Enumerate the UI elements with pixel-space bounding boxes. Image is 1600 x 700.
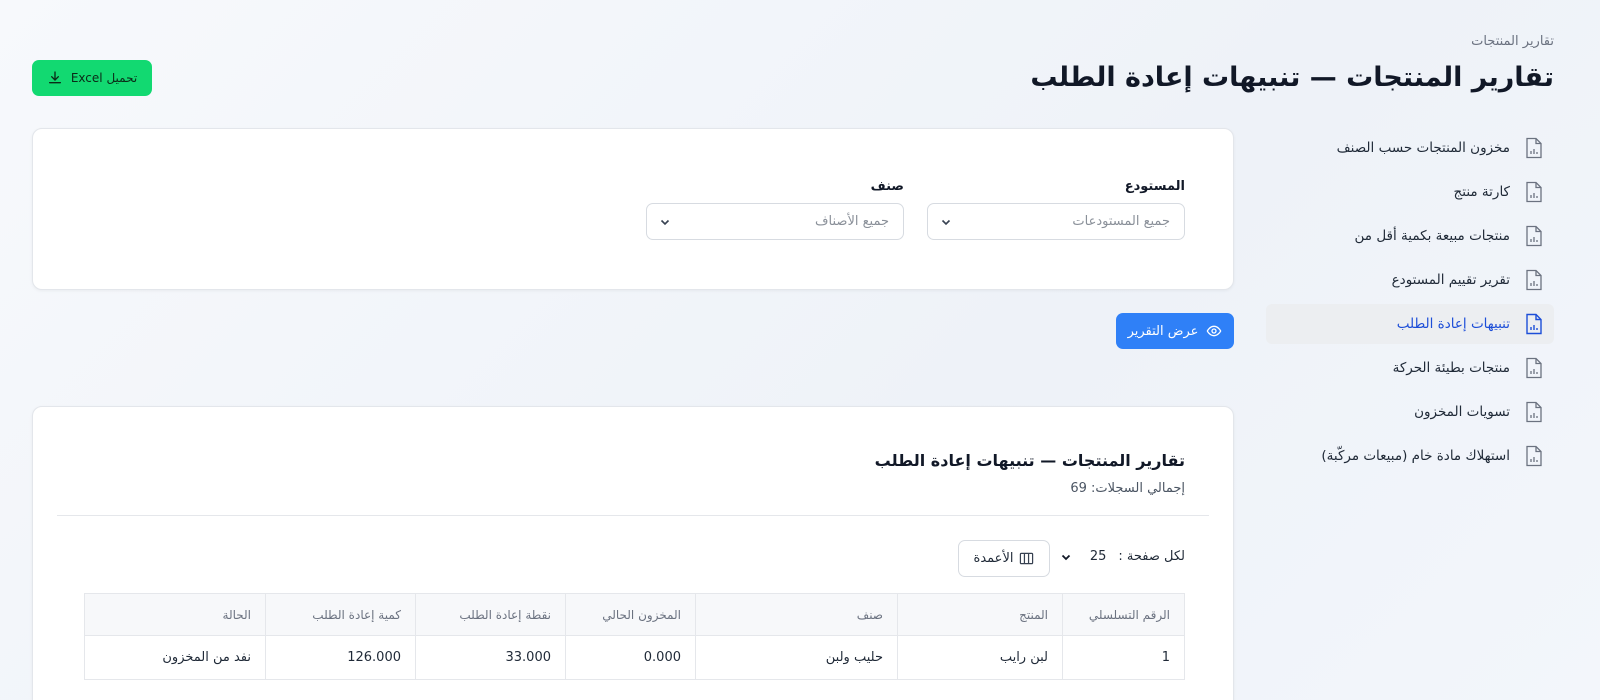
- sidebar-item-stock-adjustments[interactable]: تسويات المخزون: [1266, 392, 1554, 432]
- report-file-icon: [1524, 445, 1544, 467]
- warehouse-label: المستودع: [1124, 179, 1185, 194]
- sidebar-item-product-card[interactable]: كارتة منتج: [1266, 172, 1554, 212]
- sidebar-item-label: كارتة منتج: [1453, 184, 1510, 200]
- sidebar-item-raw-material-consumption[interactable]: استهلاك مادة خام (مبيعات مركّبة): [1266, 436, 1554, 476]
- report-file-icon: [1524, 225, 1544, 247]
- report-file-icon: [1524, 137, 1544, 159]
- report-title: تقارير المنتجات — تنبيهات إعادة الطلب: [874, 451, 1185, 470]
- columns-button[interactable]: الأعمدة: [958, 540, 1050, 577]
- table-row: 1 لبن رايب حليب ولبن 0.000 33.000 126.00…: [84, 635, 1185, 680]
- cell-product: لبن رايب: [897, 635, 1063, 680]
- report-file-icon: [1524, 357, 1544, 379]
- cell-serial: 1: [1062, 635, 1185, 680]
- report-file-icon: [1524, 181, 1544, 203]
- columns-icon: [1020, 552, 1034, 565]
- eye-icon: [1207, 325, 1222, 337]
- sidebar-item-label: استهلاك مادة خام (مبيعات مركّبة): [1321, 448, 1510, 464]
- column-header-reorder-point[interactable]: نقطة إعادة الطلب: [415, 593, 566, 636]
- report-file-icon: [1524, 269, 1544, 291]
- sidebar-item-stock-by-category[interactable]: مخزون المنتجات حسب الصنف: [1266, 128, 1554, 168]
- column-header-category[interactable]: صنف: [695, 593, 898, 636]
- chevron-down-icon: [660, 219, 670, 225]
- sidebar-item-label: تقرير تقييم المستودع: [1391, 272, 1510, 288]
- columns-button-label: الأعمدة: [973, 551, 1014, 566]
- page-title: تقارير المنتجات — تنبيهات إعادة الطلب: [1030, 62, 1554, 93]
- warehouse-filter: المستودع جميع المستودعات: [927, 179, 1185, 240]
- cell-reorder-quantity: 126.000: [265, 635, 416, 680]
- table-header-row: الرقم التسلسلي المنتج صنف المخزون الحالي…: [84, 593, 1185, 636]
- divider: [57, 515, 1209, 516]
- category-filter: صنف جميع الأصناف: [646, 179, 904, 240]
- view-report-label: عرض التقرير: [1127, 323, 1199, 339]
- cell-reorder-point: 33.000: [415, 635, 566, 680]
- sidebar-item-low-quantity-sold[interactable]: منتجات مبيعة بكمية أقل من: [1266, 216, 1554, 256]
- column-header-product[interactable]: المنتج: [897, 593, 1063, 636]
- sidebar-item-slow-moving[interactable]: منتجات بطيئة الحركة: [1266, 348, 1554, 388]
- column-header-current-stock[interactable]: المخزون الحالي: [565, 593, 696, 636]
- column-header-reorder-quantity[interactable]: كمية إعادة الطلب: [265, 593, 416, 636]
- filter-card: المستودع جميع المستودعات صنف جميع الأصنا…: [32, 128, 1234, 290]
- per-page-label: لكل صفحة :: [1118, 549, 1185, 564]
- cell-status: نفد من المخزون: [84, 635, 266, 680]
- download-icon: [48, 71, 61, 84]
- chevron-down-icon[interactable]: [1060, 551, 1072, 563]
- per-page-select[interactable]: 25: [1090, 549, 1107, 564]
- report-sidebar: مخزون المنتجات حسب الصنف كارتة منتج منتج…: [1266, 128, 1554, 480]
- report-file-icon: [1524, 401, 1544, 423]
- column-header-status[interactable]: الحالة: [84, 593, 266, 636]
- report-card: تقارير المنتجات — تنبيهات إعادة الطلب إج…: [32, 406, 1234, 700]
- cell-current-stock: 0.000: [565, 635, 696, 680]
- view-report-button[interactable]: عرض التقرير: [1116, 313, 1234, 349]
- cell-category: حليب ولبن: [695, 635, 898, 680]
- download-excel-label: تحميل Excel: [70, 71, 138, 85]
- breadcrumb[interactable]: تقارير المنتجات: [1471, 34, 1554, 49]
- sidebar-item-label: منتجات مبيعة بكمية أقل من: [1354, 228, 1510, 244]
- sidebar-item-warehouse-valuation[interactable]: تقرير تقييم المستودع: [1266, 260, 1554, 300]
- download-excel-button[interactable]: تحميل Excel: [32, 60, 152, 96]
- warehouse-select-value: جميع المستودعات: [1072, 214, 1170, 229]
- sidebar-item-label: تنبيهات إعادة الطلب: [1396, 316, 1510, 332]
- per-page-control: لكل صفحة : 25: [1060, 549, 1185, 564]
- column-header-serial[interactable]: الرقم التسلسلي: [1062, 593, 1185, 636]
- category-select[interactable]: جميع الأصناف: [646, 203, 904, 240]
- report-file-icon: [1524, 313, 1544, 335]
- sidebar-item-label: تسويات المخزون: [1414, 404, 1510, 420]
- category-label: صنف: [870, 179, 904, 194]
- chevron-down-icon: [941, 219, 951, 225]
- report-table: الرقم التسلسلي المنتج صنف المخزون الحالي…: [84, 593, 1185, 680]
- sidebar-item-label: مخزون المنتجات حسب الصنف: [1336, 140, 1510, 156]
- sidebar-item-label: منتجات بطيئة الحركة: [1392, 360, 1510, 376]
- sidebar-item-reorder-alerts[interactable]: تنبيهات إعادة الطلب: [1266, 304, 1554, 344]
- page: تقارير المنتجات تقارير المنتجات — تنبيها…: [0, 0, 1600, 700]
- report-total: إجمالي السجلات: 69: [1070, 481, 1185, 496]
- warehouse-select[interactable]: جميع المستودعات: [927, 203, 1185, 240]
- category-select-value: جميع الأصناف: [815, 214, 889, 229]
